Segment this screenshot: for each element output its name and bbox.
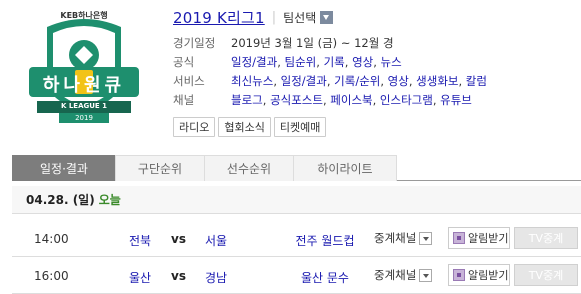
chevron-down-icon[interactable] [419,231,433,245]
channel-link[interactable]: 유튜브 [440,93,472,107]
association-news-button[interactable]: 협회소식 [218,117,271,137]
league-info: 2019 K리그1 | 팀선택 경기일정 2019년 3월 1일 (금) ~ 1… [173,6,573,137]
today-badge: 오늘 [98,193,121,207]
channel-link[interactable]: 공식포스트 [270,93,323,107]
team-select-dropdown-icon[interactable] [320,10,334,24]
match-row: 14:00 전북 vs 서울 전주 월드컵 중계채널 알림받기 TV중계 [12,221,581,257]
tab-bar: 일정·결과 구단순위 선수순위 하이라이트 [12,155,581,181]
match-row: 16:00 울산 vs 경남 울산 문수 중계채널 알림받기 TV중계 [12,258,581,294]
venue[interactable]: 울산 문수 [280,269,370,286]
official-links: 일정/결과, 팀순위, 기록, 영상, 뉴스 [231,54,402,70]
ticket-button[interactable]: 티켓예매 [273,117,327,137]
home-team[interactable]: 울산 [114,269,166,286]
league-title[interactable]: 2019 K리그1 [173,7,265,28]
home-team[interactable]: 전북 [114,232,166,249]
link-separator: , [277,55,285,69]
match-time: 16:00 [34,269,69,283]
link-separator: , [273,74,281,88]
service-link[interactable]: 기록/순위 [334,74,380,88]
channel-link[interactable]: 인스타그램 [380,93,433,107]
away-team[interactable]: 서울 [194,232,238,249]
official-link[interactable]: 기록 [324,55,345,69]
alarm-icon [453,269,465,281]
official-link[interactable]: 팀순위 [285,55,317,69]
link-separator: , [344,55,353,69]
alarm-label: 알림받기 [468,232,509,245]
date-header: 04.28. (일) 오늘 [12,186,581,214]
channel-links: 블로그, 공식포스트, 페이스북, 인스타그램, 유튜브 [231,92,472,108]
away-team[interactable]: 경남 [194,269,238,286]
official-row: 공식 일정/결과, 팀순위, 기록, 영상, 뉴스 [173,53,402,71]
channel-link[interactable]: 페이스북 [330,93,372,107]
service-links: 최신뉴스, 일정/결과, 기록/순위, 영상, 생생화보, 칼럼 [231,73,487,89]
broadcast-channel-label: 중계채널 [374,268,417,282]
quick-buttons: 라디오 협회소식 티켓예매 [173,117,327,137]
link-separator: , [458,74,466,88]
alarm-button[interactable]: 알림받기 [448,264,510,286]
tv-broadcast-button[interactable]: TV중계 [514,264,578,286]
service-link[interactable]: 영상 [388,74,409,88]
service-link[interactable]: 최신뉴스 [231,74,273,88]
radio-button[interactable]: 라디오 [173,117,216,137]
broadcast-channel-select[interactable]: 중계채널 [374,230,433,246]
period-value: 2019년 3월 1일 (금) ~ 12월 경 [231,36,394,50]
period-row: 경기일정 2019년 3월 1일 (금) ~ 12월 경 [173,34,394,52]
link-separator: , [262,93,271,107]
broadcast-channel-select[interactable]: 중계채널 [374,267,433,283]
broadcast-channel-label: 중계채널 [374,231,417,245]
tab-highlights[interactable]: 하이라이트 [293,155,397,181]
venue[interactable]: 전주 월드컵 [280,232,370,249]
service-row: 서비스 최신뉴스, 일정/결과, 기록/순위, 영상, 생생화보, 칼럼 [173,72,487,90]
logo-sponsor: KEB하나은행 [60,11,108,20]
logo-sub: K LEAGUE 1 [60,102,108,110]
service-link[interactable]: 칼럼 [466,74,487,88]
service-link[interactable]: 일정/결과 [281,74,327,88]
link-separator: , [373,55,381,69]
tab-club-rank[interactable]: 구단순위 [115,155,205,181]
channel-row: 채널 블로그, 공식포스트, 페이스북, 인스타그램, 유튜브 [173,91,472,109]
league-logo[interactable]: KEB하나은행 하나원큐 K LEAGUE 1 2019 [17,9,151,139]
tab-player-rank[interactable]: 선수순위 [204,155,294,181]
date-text: 04.28. (일) [26,193,95,207]
period-label: 경기일정 [173,36,216,50]
alarm-label: 알림받기 [468,269,509,282]
official-link[interactable]: 영상 [352,55,373,69]
tv-broadcast-button[interactable]: TV중계 [514,227,578,249]
link-separator: , [372,93,380,107]
official-label: 공식 [173,55,195,69]
channel-label: 채널 [173,93,195,107]
title-row: 2019 K리그1 | 팀선택 [173,6,573,28]
service-label: 서비스 [173,74,205,88]
tab-schedule-results[interactable]: 일정·결과 [12,155,116,181]
logo-year: 2019 [75,114,93,122]
channel-link[interactable]: 블로그 [231,93,263,107]
link-separator: , [316,55,324,69]
logo-main: 하나원큐 [42,75,126,96]
service-link[interactable]: 생생화보 [416,74,458,88]
vs-label: vs [171,232,186,246]
official-link[interactable]: 일정/결과 [231,55,277,69]
chevron-down-icon[interactable] [419,268,433,282]
alarm-icon [453,232,465,244]
alarm-button[interactable]: 알림받기 [448,227,510,249]
match-time: 14:00 [34,232,69,246]
link-separator: , [380,74,388,88]
divider: | [271,9,277,25]
vs-label: vs [171,269,186,283]
team-select-label[interactable]: 팀선택 [283,9,316,26]
official-link[interactable]: 뉴스 [381,55,402,69]
